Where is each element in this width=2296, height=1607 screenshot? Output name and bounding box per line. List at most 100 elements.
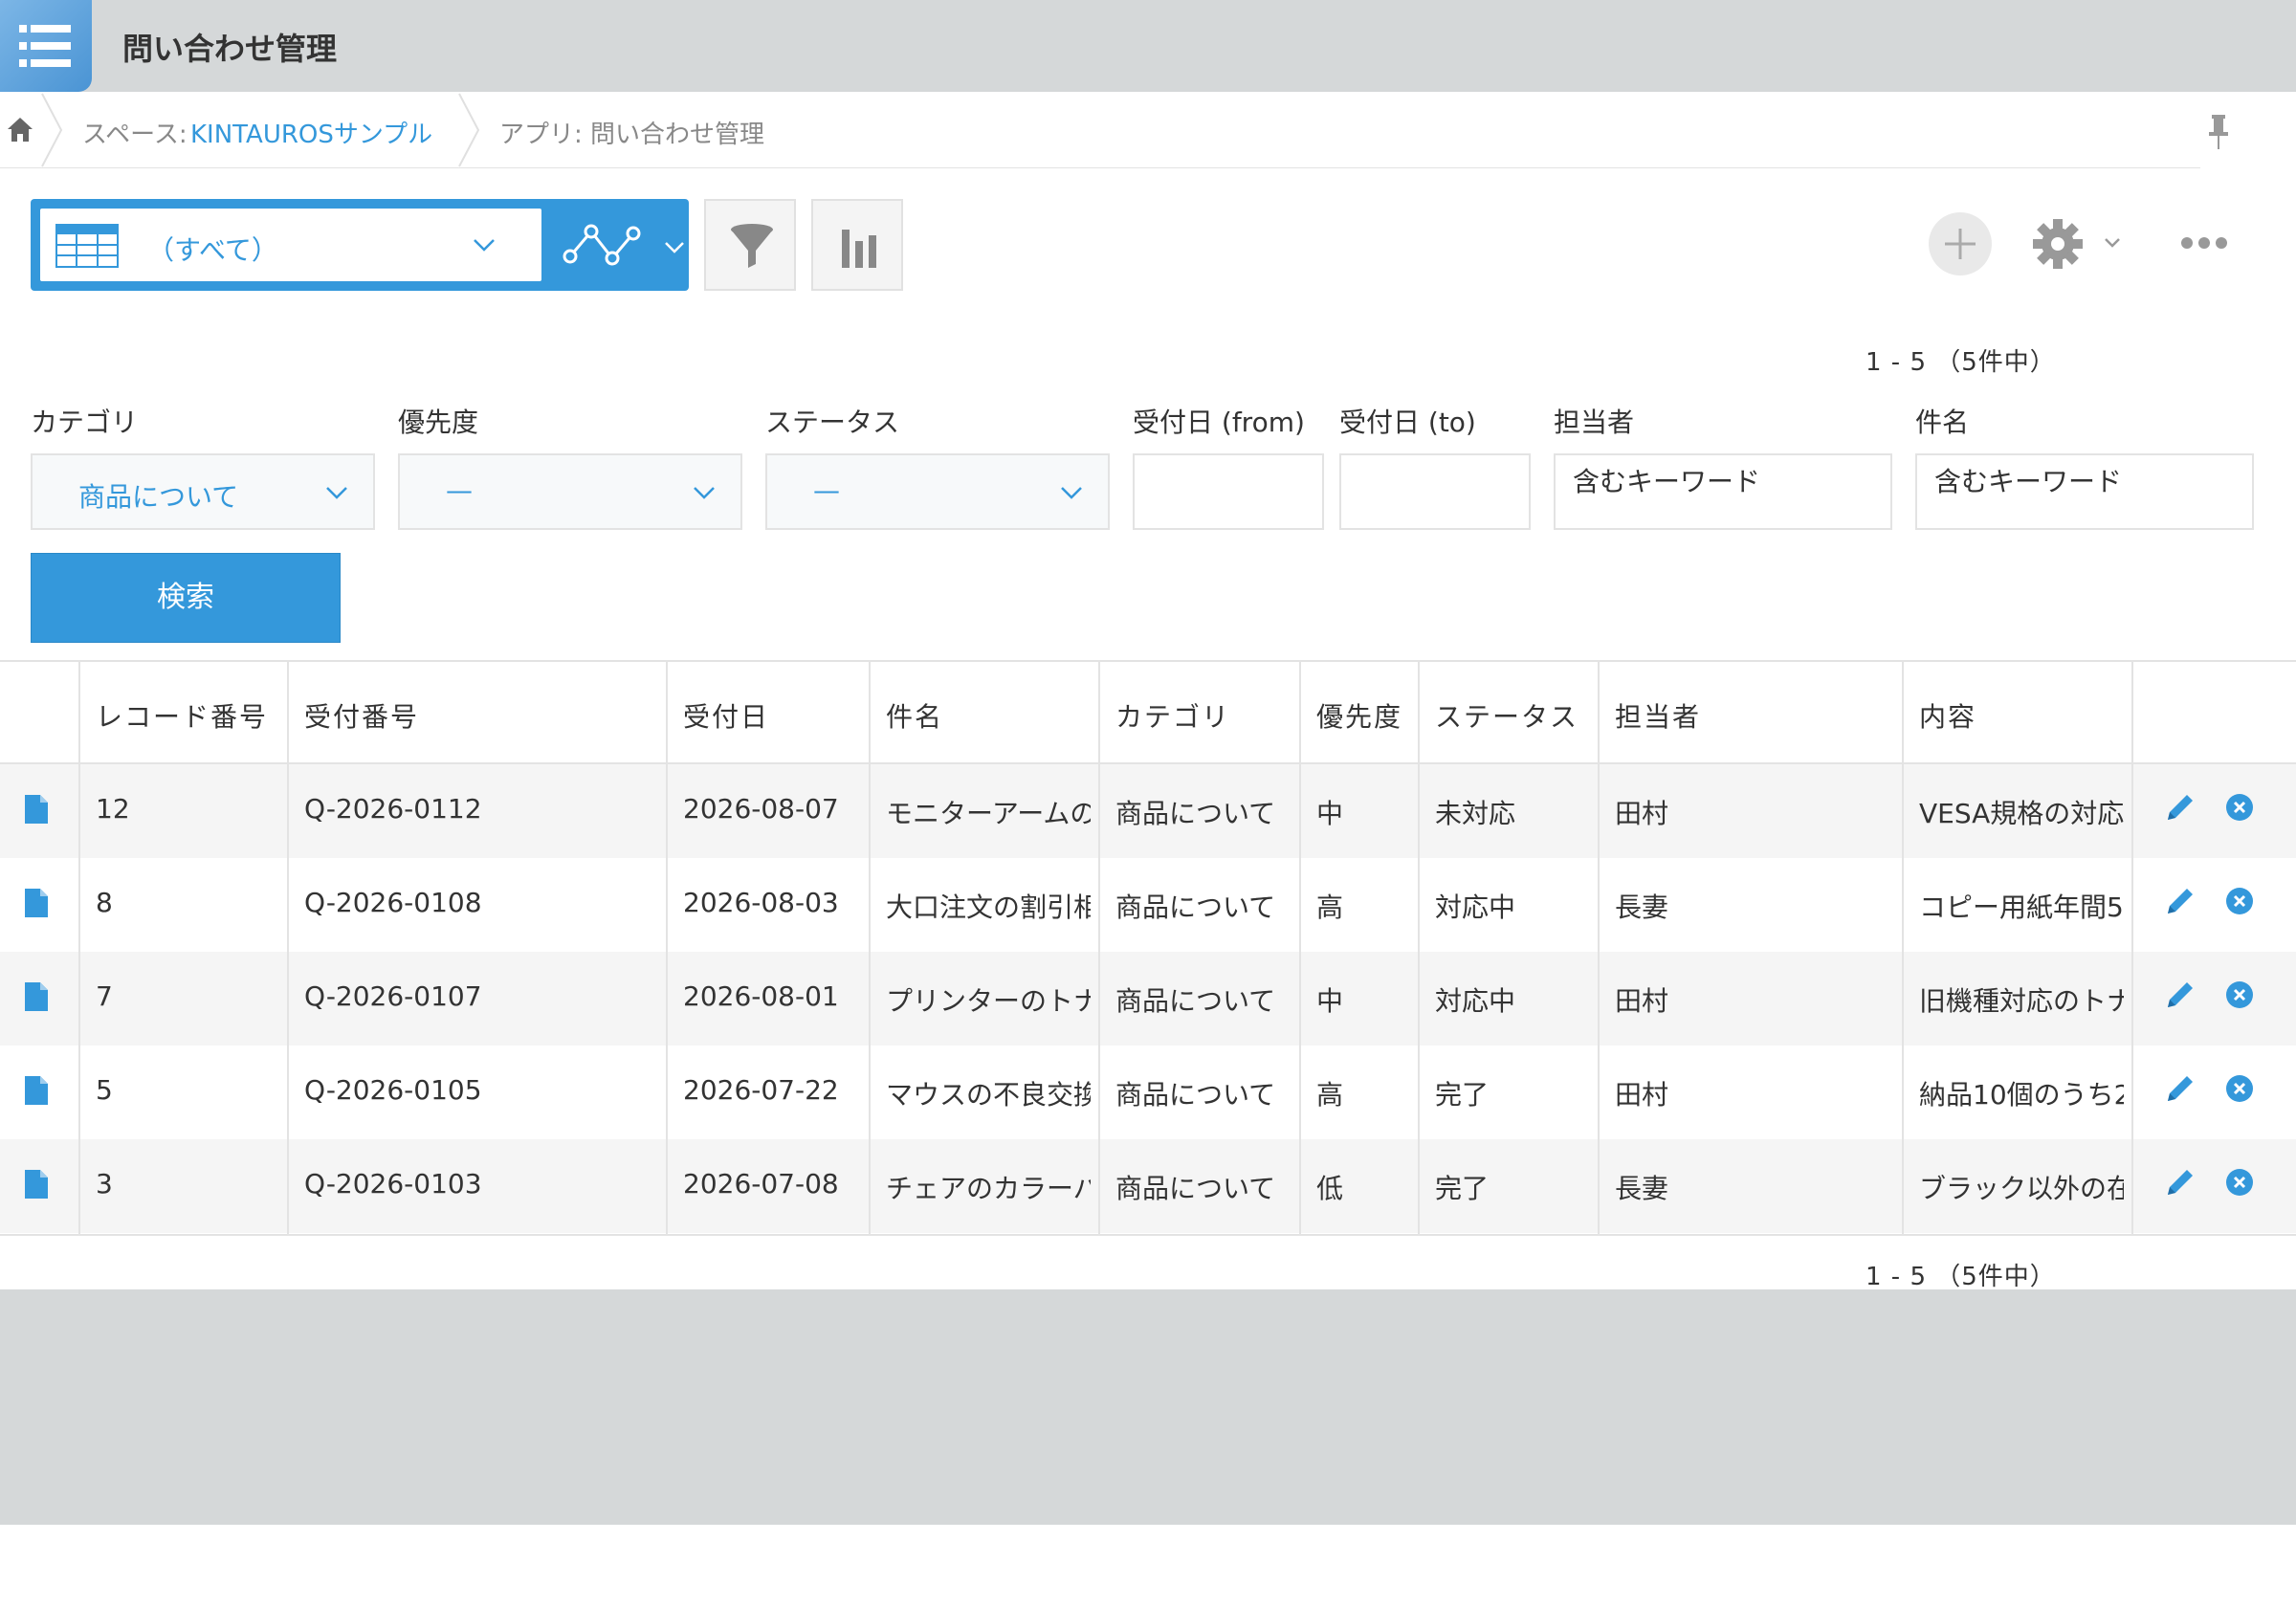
delete-icon[interactable]: [2225, 1168, 2254, 1197]
bar-chart-icon: [842, 230, 876, 268]
category-select[interactable]: 商品について: [31, 453, 375, 530]
table-row[interactable]: 12 Q-2026-0112 2026-08-07 モニターアームの 商品について 中 未対…: [0, 764, 2296, 858]
cell-status: 完了: [1435, 1173, 1490, 1204]
delete-icon[interactable]: [2225, 1074, 2254, 1103]
delete-icon[interactable]: [2225, 793, 2254, 822]
column-divider: [287, 662, 289, 1234]
edit-pencil-icon[interactable]: [2164, 1166, 2197, 1199]
column-header-record-number[interactable]: レコード番号: [96, 696, 268, 735]
cell-category: 商品について: [1115, 892, 1276, 923]
pin-icon[interactable]: [2206, 113, 2231, 151]
column-header-priority[interactable]: 優先度: [1316, 696, 1402, 735]
cell-subject: モニターアームの: [886, 798, 1091, 829]
column-header-category[interactable]: カテゴリ: [1115, 696, 1230, 735]
delete-icon[interactable]: [2225, 887, 2254, 915]
home-icon[interactable]: [6, 115, 34, 143]
cell-assignee: 田村: [1615, 1079, 1669, 1111]
cell-record: 5: [96, 1074, 113, 1106]
cell-receipt: Q-2026-0105: [304, 1074, 482, 1106]
edit-pencil-icon[interactable]: [2164, 791, 2197, 824]
cell-status: 対応中: [1435, 985, 1516, 1017]
breadcrumb-space-link[interactable]: KINTAUROSサンプル: [190, 115, 432, 150]
chevron-down-icon: [474, 239, 495, 252]
filter-assignee-label: 担当者: [1554, 407, 1635, 438]
column-divider: [1902, 662, 1904, 1234]
record-detail-icon[interactable]: [25, 795, 48, 824]
subject-input[interactable]: 含むキーワード: [1915, 453, 2254, 530]
date-to-input[interactable]: [1339, 453, 1531, 530]
gear-icon[interactable]: [2032, 218, 2084, 270]
cell-content: 旧機種対応のトナ: [1919, 985, 2124, 1017]
column-header-date[interactable]: 受付日: [683, 696, 769, 735]
cell-category: 商品について: [1115, 1079, 1276, 1111]
cell-record: 3: [96, 1168, 113, 1200]
status-select[interactable]: —: [765, 453, 1110, 530]
cell-date: 2026-07-22: [683, 1074, 839, 1106]
table-row[interactable]: 7 Q-2026-0107 2026-08-01 プリンターのトナ 商品について 中 対応中…: [0, 952, 2296, 1046]
chevron-down-icon[interactable]: [2103, 235, 2122, 251]
chevron-down-icon: [694, 487, 715, 499]
footer-area: [0, 1289, 2296, 1525]
record-detail-icon[interactable]: [25, 982, 48, 1011]
breadcrumb: スペース: KINTAUROSサンプル アプリ: 問い合わせ管理: [0, 92, 2200, 168]
table-row[interactable]: 5 Q-2026-0105 2026-07-22 マウスの不良交換 商品について 高 完了 田…: [0, 1046, 2296, 1139]
assignee-input[interactable]: 含むキーワード: [1554, 453, 1892, 530]
cell-record: 8: [96, 887, 113, 918]
cell-priority: 低: [1316, 1173, 1344, 1204]
column-header-status[interactable]: ステータス: [1435, 696, 1578, 735]
delete-icon[interactable]: [2225, 980, 2254, 1009]
cell-subject: マウスの不良交換: [886, 1079, 1091, 1111]
cell-subject: チェアのカラーバ: [886, 1173, 1091, 1204]
filter-button[interactable]: [704, 199, 796, 291]
column-header-receipt-number[interactable]: 受付番号: [304, 696, 419, 735]
column-header-assignee[interactable]: 担当者: [1615, 696, 1701, 735]
cell-assignee: 長妻: [1615, 1173, 1669, 1204]
graph-icon[interactable]: [563, 220, 641, 270]
view-dropdown[interactable]: （すべて）: [40, 209, 541, 281]
cell-record: 7: [96, 980, 113, 1012]
record-detail-icon[interactable]: [25, 1170, 48, 1199]
filter-status-label: ステータス: [765, 407, 900, 438]
cell-status: 完了: [1435, 1079, 1490, 1111]
search-button[interactable]: 検索: [31, 553, 341, 643]
app-list-icon[interactable]: [0, 0, 92, 92]
more-options-icon[interactable]: [2179, 233, 2229, 253]
column-divider: [78, 662, 80, 1234]
table-header-divider: [0, 762, 2296, 764]
record-detail-icon[interactable]: [25, 1076, 48, 1105]
cell-priority: 中: [1316, 985, 1344, 1017]
edit-pencil-icon[interactable]: [2164, 885, 2197, 917]
column-divider: [869, 662, 871, 1234]
table-row[interactable]: 8 Q-2026-0108 2026-08-03 大口注文の割引相 商品について 高 対応中…: [0, 858, 2296, 952]
column-header-subject[interactable]: 件名: [886, 696, 943, 735]
edit-pencil-icon[interactable]: [2164, 1072, 2197, 1105]
add-record-button[interactable]: [1929, 212, 1992, 275]
column-divider: [666, 662, 668, 1234]
chevron-down-icon[interactable]: [662, 237, 687, 258]
cell-category: 商品について: [1115, 1173, 1276, 1204]
priority-select[interactable]: —: [398, 453, 742, 530]
table-view-icon: [55, 224, 119, 268]
category-select-value: 商品について: [78, 481, 239, 513]
edit-pencil-icon[interactable]: [2164, 979, 2197, 1011]
chart-button[interactable]: [811, 199, 903, 291]
column-header-content[interactable]: 内容: [1919, 696, 1976, 735]
plus-icon: [1945, 229, 1976, 259]
cell-date: 2026-08-01: [683, 980, 839, 1012]
filter-category-label: カテゴリ: [31, 407, 139, 438]
cell-record: 12: [96, 793, 130, 825]
cell-content: コピー用紙年間5: [1919, 892, 2124, 923]
cell-receipt: Q-2026-0108: [304, 887, 482, 918]
record-detail-icon[interactable]: [25, 889, 48, 917]
cell-priority: 高: [1316, 1079, 1344, 1111]
app-title: 問い合わせ管理: [122, 31, 338, 67]
cell-date: 2026-08-07: [683, 793, 839, 825]
date-from-input[interactable]: [1133, 453, 1324, 530]
view-selector[interactable]: （すべて）: [31, 199, 689, 291]
status-select-value: —: [813, 474, 840, 506]
column-divider: [1418, 662, 1420, 1234]
breadcrumb-app: アプリ: 問い合わせ管理: [499, 121, 765, 149]
filter-priority-label: 優先度: [398, 407, 479, 438]
table-row[interactable]: 3 Q-2026-0103 2026-07-08 チェアのカラーバ 商品について 低 完了 長…: [0, 1139, 2296, 1233]
cell-content: 納品10個のうち2: [1919, 1079, 2124, 1111]
